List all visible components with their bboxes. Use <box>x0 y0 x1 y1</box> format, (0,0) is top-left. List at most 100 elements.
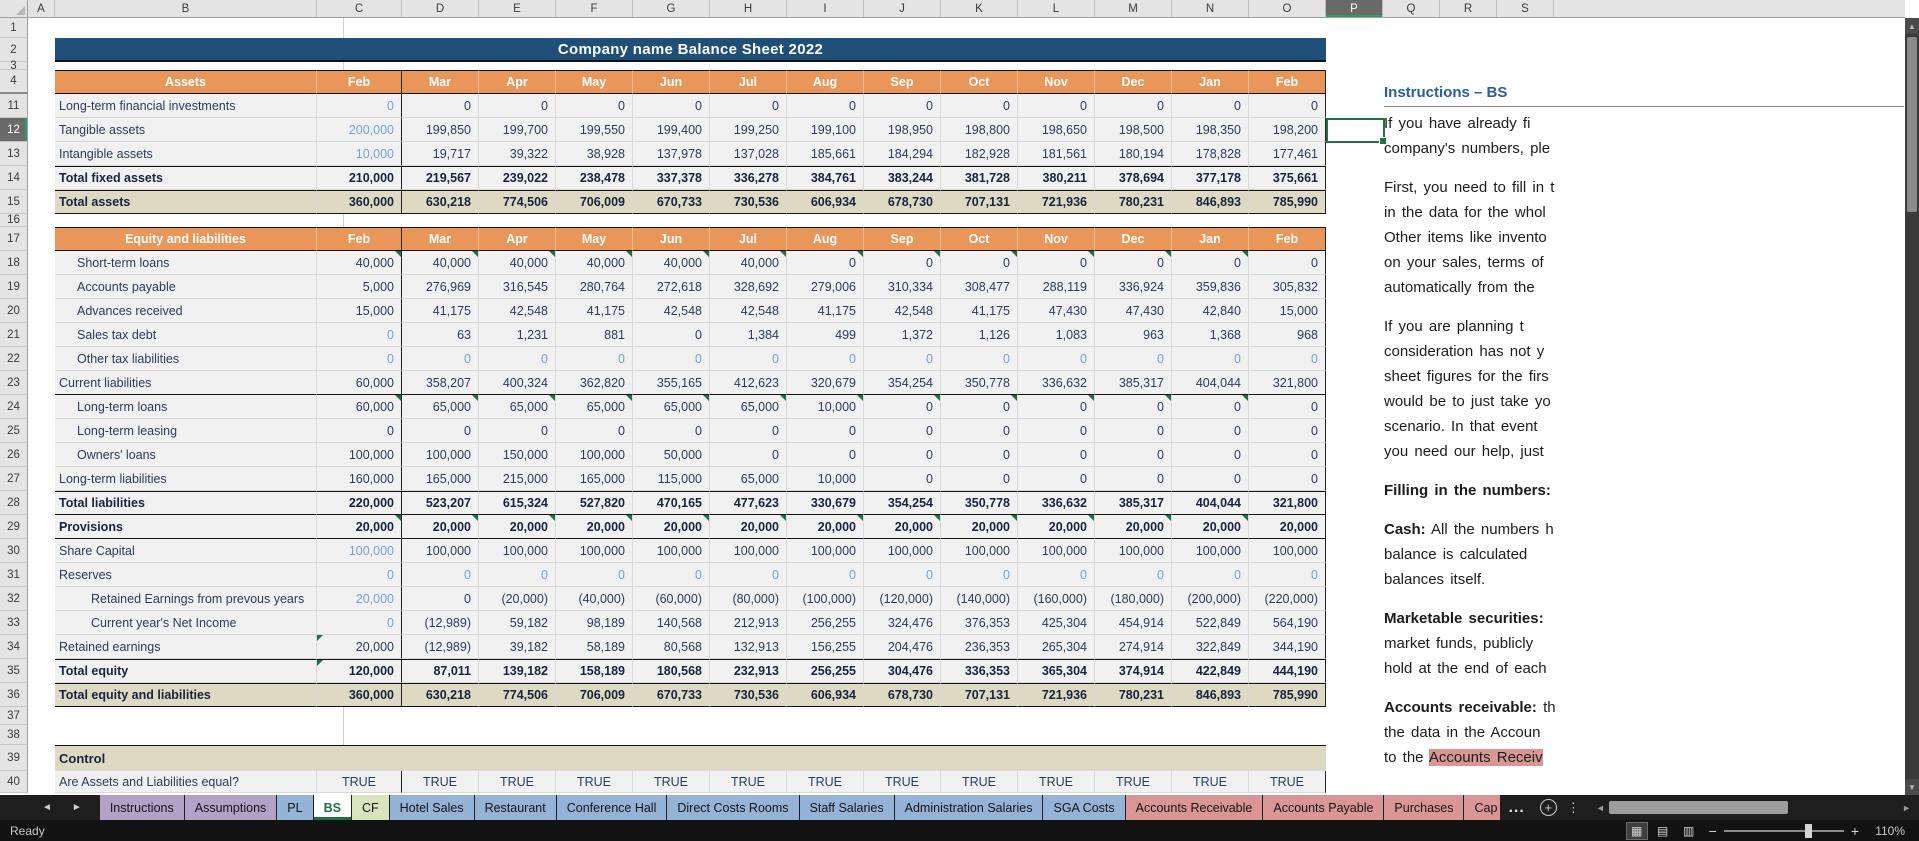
column-header-F[interactable]: F <box>556 0 633 17</box>
cell[interactable]: 321,800 <box>1249 491 1326 515</box>
cell[interactable]: (20,000) <box>479 587 556 611</box>
cell[interactable]: 527,820 <box>556 491 633 515</box>
cell[interactable]: 376,353 <box>941 611 1018 635</box>
column-header-O[interactable]: O <box>1249 0 1326 17</box>
cell[interactable]: 374,914 <box>1095 659 1172 683</box>
cell-colA[interactable] <box>28 166 55 190</box>
month-header-oct-8[interactable]: Oct <box>941 227 1018 251</box>
sheet-tab-bs[interactable]: BS <box>314 795 351 820</box>
cell[interactable]: 0 <box>1172 94 1249 118</box>
cell[interactable]: 412,623 <box>710 371 787 395</box>
cell[interactable]: 65,000 <box>710 395 787 419</box>
cell[interactable]: 337,378 <box>633 166 710 190</box>
cell[interactable]: 265,304 <box>1018 635 1095 659</box>
row-header-24[interactable]: 24 <box>0 395 28 419</box>
cell[interactable]: 359,836 <box>1172 275 1249 299</box>
cell[interactable]: 20,000 <box>317 515 402 539</box>
cell[interactable]: 40,000 <box>556 251 633 275</box>
cell-colA[interactable] <box>28 227 55 251</box>
cell[interactable]: 20,000 <box>710 515 787 539</box>
cell[interactable]: 0 <box>710 94 787 118</box>
row-header-13[interactable]: 13 <box>0 142 28 166</box>
cell[interactable]: 42,548 <box>633 299 710 323</box>
cell[interactable]: 780,231 <box>1095 683 1172 707</box>
cell[interactable]: 499 <box>787 323 864 347</box>
select-all-corner[interactable] <box>0 0 28 17</box>
cell[interactable]: 288,119 <box>1018 275 1095 299</box>
cell[interactable]: 0 <box>479 563 556 587</box>
cell[interactable]: 210,000 <box>317 166 402 190</box>
cell[interactable]: 330,679 <box>787 491 864 515</box>
cell[interactable]: 0 <box>1018 251 1095 275</box>
cell[interactable]: 0 <box>864 395 941 419</box>
row-label[interactable]: Intangible assets <box>55 142 317 166</box>
month-header-oct-8[interactable]: Oct <box>941 70 1018 94</box>
cell[interactable]: 564,190 <box>1249 611 1326 635</box>
cell[interactable]: 0 <box>864 563 941 587</box>
cell-colA[interactable] <box>28 347 55 371</box>
sheet-tab-administration-salaries[interactable]: Administration Salaries <box>895 795 1043 820</box>
month-header-dec-10[interactable]: Dec <box>1095 227 1172 251</box>
cell[interactable]: 0 <box>1095 395 1172 419</box>
scroll-right-icon[interactable]: ► <box>1898 803 1915 813</box>
cell[interactable]: TRUE <box>317 771 402 793</box>
cell[interactable]: 0 <box>1095 443 1172 467</box>
cell[interactable]: 0 <box>710 419 787 443</box>
cell[interactable]: 276,969 <box>402 275 479 299</box>
cell[interactable]: 212,913 <box>710 611 787 635</box>
cell[interactable]: 706,009 <box>556 683 633 707</box>
cell[interactable]: 39,322 <box>479 142 556 166</box>
cell[interactable]: 350,778 <box>941 371 1018 395</box>
zoom-slider[interactable] <box>1724 830 1844 832</box>
cell[interactable]: 137,028 <box>710 142 787 166</box>
row-header-29[interactable]: 29 <box>0 515 28 539</box>
cell[interactable]: 0 <box>941 467 1018 491</box>
cell[interactable]: 0 <box>479 94 556 118</box>
cell[interactable]: 846,893 <box>1172 190 1249 214</box>
normal-view-icon[interactable]: ▦ <box>1627 823 1647 839</box>
cell[interactable]: 0 <box>941 395 1018 419</box>
cell[interactable]: 0 <box>941 347 1018 371</box>
horizontal-scrollbar-thumb[interactable] <box>1609 801 1788 814</box>
cell[interactable]: TRUE <box>787 771 864 793</box>
cell[interactable]: 0 <box>710 443 787 467</box>
sheet-tab-accounts-receivable[interactable]: Accounts Receivable <box>1126 795 1263 820</box>
cell[interactable]: (12,989) <box>402 611 479 635</box>
cell[interactable]: 165,000 <box>556 467 633 491</box>
month-header-mar-1[interactable]: Mar <box>402 227 479 251</box>
cell[interactable]: 65,000 <box>633 395 710 419</box>
cell[interactable]: 730,536 <box>710 190 787 214</box>
cell[interactable]: 41,175 <box>941 299 1018 323</box>
cell[interactable]: 100,000 <box>1249 539 1326 563</box>
cell[interactable]: 0 <box>402 587 479 611</box>
cell[interactable]: 139,182 <box>479 659 556 683</box>
cell[interactable]: 184,294 <box>864 142 941 166</box>
cell[interactable]: 0 <box>1249 419 1326 443</box>
sheet-tab-cf[interactable]: CF <box>352 795 389 820</box>
cell[interactable]: 1,231 <box>479 323 556 347</box>
cell-colA[interactable] <box>28 118 55 142</box>
month-header-jan-11[interactable]: Jan <box>1172 227 1249 251</box>
cell[interactable]: 42,548 <box>479 299 556 323</box>
cell[interactable]: 0 <box>1249 251 1326 275</box>
cell[interactable]: 0 <box>633 563 710 587</box>
vertical-scrollbar-thumb[interactable] <box>1907 37 1917 212</box>
row-header-2[interactable]: 2 <box>0 38 28 62</box>
cell[interactable]: 375,661 <box>1249 166 1326 190</box>
cell[interactable]: 707,131 <box>941 683 1018 707</box>
cell[interactable]: 328,692 <box>710 275 787 299</box>
cell[interactable]: 0 <box>402 94 479 118</box>
cell[interactable]: 477,623 <box>710 491 787 515</box>
row-header-12[interactable]: 12 <box>0 118 28 142</box>
cell[interactable]: 279,006 <box>787 275 864 299</box>
cell[interactable]: 881 <box>556 323 633 347</box>
cell[interactable] <box>55 725 344 745</box>
row-header-25[interactable]: 25 <box>0 419 28 443</box>
row-label[interactable]: Long-term loans <box>55 395 317 419</box>
cell[interactable]: 322,849 <box>1172 635 1249 659</box>
cell[interactable]: 38,928 <box>556 142 633 166</box>
row-header-17[interactable]: 17 <box>0 227 28 251</box>
column-header-A[interactable]: A <box>28 0 55 17</box>
cell[interactable]: 0 <box>479 419 556 443</box>
cell[interactable]: 20,000 <box>556 515 633 539</box>
